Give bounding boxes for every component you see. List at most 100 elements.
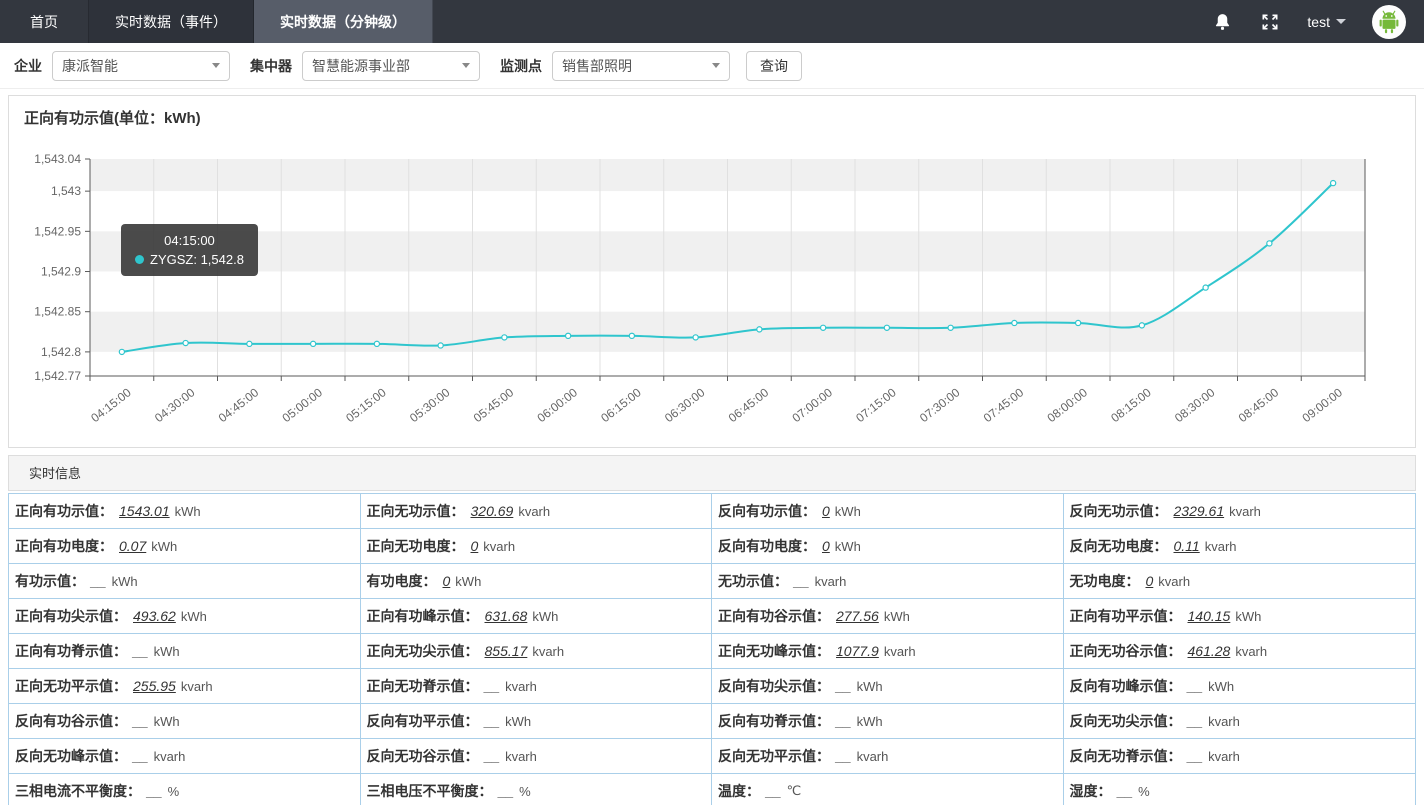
query-button[interactable]: 查询 <box>746 51 802 81</box>
data-point[interactable] <box>183 340 188 345</box>
info-label: 正向无功示值： <box>367 501 465 521</box>
user-menu[interactable]: test <box>1307 14 1346 30</box>
fullscreen-icon[interactable] <box>1259 11 1281 33</box>
info-unit: kWh <box>857 679 883 694</box>
info-value[interactable]: 2329.61 <box>1174 503 1225 519</box>
info-label: 反向无功电度： <box>1070 536 1168 556</box>
data-point[interactable] <box>1076 320 1081 325</box>
data-point[interactable] <box>247 341 252 346</box>
data-point[interactable] <box>821 325 826 330</box>
avatar[interactable] <box>1372 5 1406 39</box>
info-value[interactable]: 1077.9 <box>836 643 879 659</box>
info-unit: kvarh <box>1205 539 1237 554</box>
info-cell: 反向无功脊示值：__kvarh <box>1064 739 1416 774</box>
info-label: 湿度： <box>1070 781 1112 801</box>
info-value: __ <box>485 713 501 729</box>
data-point[interactable] <box>374 341 379 346</box>
data-point[interactable] <box>1139 323 1144 328</box>
monitor-point-select-value: 销售部照明 <box>562 56 632 76</box>
info-cell: 无功示值：__kvarh <box>712 564 1064 599</box>
info-label: 有功电度： <box>367 571 437 591</box>
info-value[interactable]: 855.17 <box>485 643 528 659</box>
info-unit: kvarh <box>483 539 515 554</box>
data-point[interactable] <box>1267 241 1272 246</box>
concentrator-select[interactable]: 智慧能源事业部 <box>302 51 480 81</box>
info-label: 正向无功电度： <box>367 536 465 556</box>
info-cell: 反向有功谷示值：__kWh <box>9 704 361 739</box>
x-axis-label: 05:45:00 <box>471 385 517 425</box>
enterprise-select[interactable]: 康派智能 <box>52 51 230 81</box>
x-axis-label: 06:30:00 <box>662 385 708 425</box>
data-point[interactable] <box>757 327 762 332</box>
monitor-point-select[interactable]: 销售部照明 <box>552 51 730 81</box>
info-value[interactable]: 0 <box>443 573 451 589</box>
info-unit: kWh <box>835 504 861 519</box>
concentrator-label: 集中器 <box>250 56 292 76</box>
info-value[interactable]: 277.56 <box>836 608 879 624</box>
enterprise-select-value: 康派智能 <box>62 56 118 76</box>
info-unit: kWh <box>154 714 180 729</box>
info-label: 正向有功峰示值： <box>367 606 479 626</box>
bell-icon[interactable] <box>1211 11 1233 33</box>
info-unit: kWh <box>154 644 180 659</box>
data-point[interactable] <box>438 343 443 348</box>
info-panel-header: 实时信息 <box>8 455 1416 491</box>
info-cell: 正向无功峰示值：1077.9kvarh <box>712 634 1064 669</box>
data-point[interactable] <box>311 341 316 346</box>
info-value[interactable]: 1543.01 <box>119 503 170 519</box>
info-cell: 正向无功示值：320.69kvarh <box>361 494 713 529</box>
info-label: 有功示值： <box>15 571 85 591</box>
data-point[interactable] <box>629 333 634 338</box>
info-cell: 反向有功尖示值：__kWh <box>712 669 1064 704</box>
info-value[interactable]: 493.62 <box>133 608 176 624</box>
info-unit: kvarh <box>505 749 537 764</box>
data-point[interactable] <box>502 335 507 340</box>
nav-tab-realtime-event[interactable]: 实时数据（事件） <box>89 0 254 43</box>
info-unit: kWh <box>455 574 481 589</box>
info-label: 正向有功示值： <box>15 501 113 521</box>
info-unit: kWh <box>857 714 883 729</box>
info-cell: 反向有功示值：0kWh <box>712 494 1064 529</box>
nav-tab-home[interactable]: 首页 <box>0 0 89 43</box>
info-cell: 三相电压不平衡度：__% <box>361 774 713 805</box>
info-label: 三相电压不平衡度： <box>367 781 493 801</box>
data-point[interactable] <box>948 325 953 330</box>
info-value[interactable]: 631.68 <box>485 608 528 624</box>
info-value: __ <box>133 713 149 729</box>
info-label: 三相电流不平衡度： <box>15 781 141 801</box>
info-unit: kvarh <box>884 644 916 659</box>
info-value[interactable]: 0.11 <box>1174 538 1200 554</box>
info-value[interactable]: 461.28 <box>1188 643 1231 659</box>
info-unit: kWh <box>884 609 910 624</box>
info-cell: 反向无功电度： 0.11 kvarh <box>1064 529 1416 564</box>
info-label: 反向有功尖示值： <box>718 676 830 696</box>
nav-tab-realtime-minute[interactable]: 实时数据（分钟级） <box>254 0 433 43</box>
data-point[interactable] <box>119 349 124 354</box>
info-cell: 正向有功平示值：140.15kWh <box>1064 599 1416 634</box>
data-point[interactable] <box>1012 320 1017 325</box>
info-value[interactable]: 140.15 <box>1188 608 1231 624</box>
info-value[interactable]: 0.07 <box>119 538 146 554</box>
data-point[interactable] <box>1203 285 1208 290</box>
monitor-point-label: 监测点 <box>500 56 542 76</box>
x-axis-label: 06:15:00 <box>598 385 644 425</box>
info-value[interactable]: 0 <box>822 538 830 554</box>
line-chart[interactable]: 1,543.041,5431,542.951,542.91,542.851,54… <box>9 132 1413 442</box>
info-value: __ <box>766 783 782 799</box>
data-point[interactable] <box>1331 181 1336 186</box>
data-point[interactable] <box>884 325 889 330</box>
nav-spacer <box>433 0 1211 43</box>
info-value[interactable]: 0 <box>471 538 479 554</box>
user-name: test <box>1307 14 1330 30</box>
info-value[interactable]: 0 <box>822 503 830 519</box>
info-value[interactable]: 255.95 <box>133 678 176 694</box>
data-point[interactable] <box>693 335 698 340</box>
info-cell: 正向有功峰示值：631.68kWh <box>361 599 713 634</box>
info-value[interactable]: 320.69 <box>471 503 514 519</box>
info-value[interactable]: 0 <box>1146 573 1154 589</box>
data-point[interactable] <box>566 333 571 338</box>
info-unit: kWh <box>175 504 201 519</box>
info-label: 反向无功示值： <box>1070 501 1168 521</box>
info-value: __ <box>499 783 515 799</box>
info-cell: 反向无功峰示值：__kvarh <box>9 739 361 774</box>
